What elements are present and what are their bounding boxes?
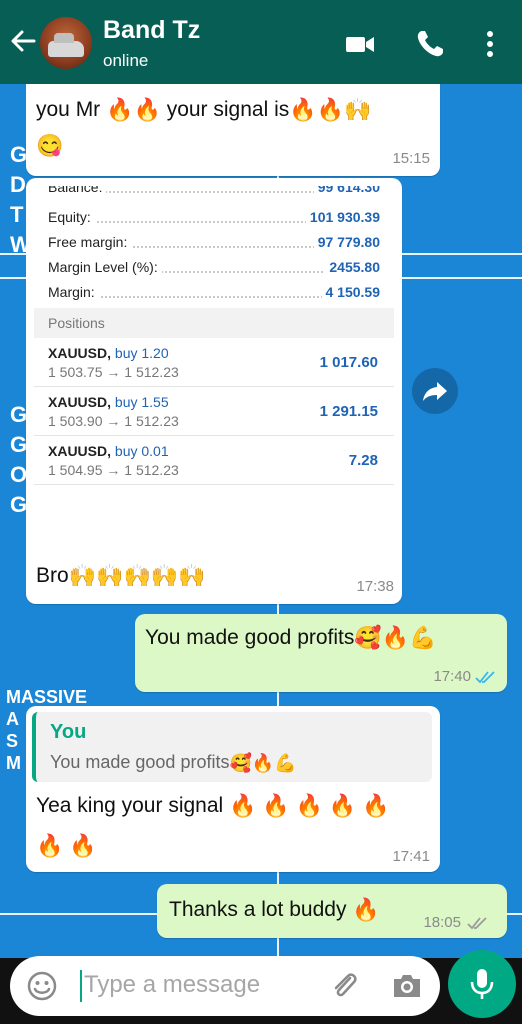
quoted-sender: You bbox=[50, 721, 87, 743]
chat-header: Band Tz online bbox=[0, 0, 522, 84]
message-bubble-outgoing[interactable]: Thanks a lot buddy 🔥 18:05 bbox=[157, 884, 507, 938]
microphone-button[interactable] bbox=[448, 950, 516, 1018]
wallpaper-letters-mid: G G O G bbox=[10, 402, 28, 517]
back-arrow-icon[interactable] bbox=[8, 26, 38, 56]
delivered-ticks-icon bbox=[467, 917, 487, 930]
phone-icon[interactable] bbox=[414, 28, 446, 60]
fire-emoji: 🔥 bbox=[352, 897, 380, 923]
forward-icon bbox=[423, 382, 447, 401]
message-time: 17:41 bbox=[392, 848, 430, 865]
fire-emoji: 🔥 bbox=[133, 97, 161, 123]
message-bubble-reply[interactable]: You You made good profits🥰🔥💪 Yea king yo… bbox=[26, 706, 440, 872]
message-text: you Mr 🔥🔥 your signal is🔥🔥🙌 bbox=[36, 97, 372, 123]
position-row: XAUUSD, buy 1.55 1 503.90 → 1 512.23 1 2… bbox=[34, 387, 394, 436]
message-text: You made good profits🥰🔥💪 bbox=[145, 625, 437, 651]
fire-emoji: 🔥 bbox=[362, 793, 390, 819]
trading-screenshot[interactable]: Balance: 99 614.30 Equity: 101 930.39 Fr… bbox=[34, 186, 394, 548]
emoji-icon[interactable] bbox=[26, 970, 58, 1002]
message-input[interactable]: Type a message bbox=[84, 971, 260, 999]
flexed-biceps-emoji: 💪 bbox=[409, 625, 437, 651]
fire-emoji: 🔥 bbox=[295, 793, 323, 819]
avatar[interactable] bbox=[40, 17, 92, 69]
fire-emoji-line: 🔥 🔥 bbox=[36, 833, 97, 859]
account-row-margin-level: Margin Level (%): 2455.80 bbox=[48, 259, 380, 275]
account-row-margin: Margin: 4 150.59 bbox=[48, 284, 380, 300]
message-time: 17:38 bbox=[356, 578, 394, 595]
fire-emoji: 🔥 bbox=[289, 97, 317, 123]
message-text: Thanks a lot buddy 🔥 bbox=[169, 897, 380, 923]
message-time: 18:05 bbox=[423, 914, 461, 931]
position-row: XAUUSD, buy 0.01 1 504.95 → 1 512.23 7.2… bbox=[34, 436, 394, 485]
more-options-icon[interactable] bbox=[474, 28, 506, 60]
quoted-message[interactable]: You You made good profits🥰🔥💪 bbox=[32, 712, 432, 782]
fire-emoji: 🔥 bbox=[229, 793, 257, 819]
paperclip-icon[interactable] bbox=[328, 969, 362, 1003]
message-bubble-incoming[interactable]: you Mr 🔥🔥 your signal is🔥🔥🙌 😋 15:15 bbox=[26, 72, 440, 176]
forward-button[interactable] bbox=[412, 368, 458, 414]
account-row-equity: Equity: 101 930.39 bbox=[48, 209, 380, 225]
contact-name[interactable]: Band Tz bbox=[103, 16, 200, 45]
microphone-icon bbox=[470, 969, 494, 999]
camera-icon[interactable] bbox=[390, 969, 424, 1003]
message-bubble-image[interactable]: Balance: 99 614.30 Equity: 101 930.39 Fr… bbox=[26, 178, 402, 604]
fire-emoji: 🔥 bbox=[328, 793, 357, 819]
quoted-text: You made good profits🥰🔥💪 bbox=[50, 752, 297, 774]
account-row-balance: Balance: 99 614.30 bbox=[48, 186, 388, 200]
message-bubble-outgoing[interactable]: You made good profits🥰🔥💪 17:40 bbox=[135, 614, 507, 692]
message-text: Yea king your signal 🔥 🔥 🔥 🔥 🔥 bbox=[36, 793, 390, 819]
read-ticks-icon bbox=[475, 671, 495, 684]
raising-hands-emoji: 🙌 bbox=[344, 97, 372, 123]
yum-emoji: 😋 bbox=[36, 133, 64, 159]
smiling-hearts-emoji: 🥰 bbox=[354, 625, 382, 651]
video-call-icon[interactable] bbox=[344, 28, 376, 60]
fire-emoji: 🔥 bbox=[262, 793, 290, 819]
message-time: 15:15 bbox=[392, 150, 430, 167]
positions-header: Positions bbox=[34, 308, 394, 338]
contact-status: online bbox=[103, 51, 149, 70]
account-row-free-margin: Free margin: 97 779.80 bbox=[48, 234, 380, 250]
message-time: 17:40 bbox=[433, 668, 471, 685]
position-row: XAUUSD, buy 1.20 1 503.75 → 1 512.23 1 0… bbox=[34, 338, 394, 387]
fire-emoji: 🔥 bbox=[381, 625, 410, 651]
raising-hands-emoji: 🙌🙌🙌🙌🙌 bbox=[68, 563, 206, 589]
fire-emoji: 🔥 bbox=[106, 97, 134, 123]
image-caption: Bro🙌🙌🙌🙌🙌 bbox=[36, 563, 206, 589]
message-input-bar[interactable]: Type a message bbox=[10, 956, 440, 1016]
fire-emoji: 🔥 bbox=[316, 97, 345, 123]
text-caret bbox=[80, 970, 82, 1002]
